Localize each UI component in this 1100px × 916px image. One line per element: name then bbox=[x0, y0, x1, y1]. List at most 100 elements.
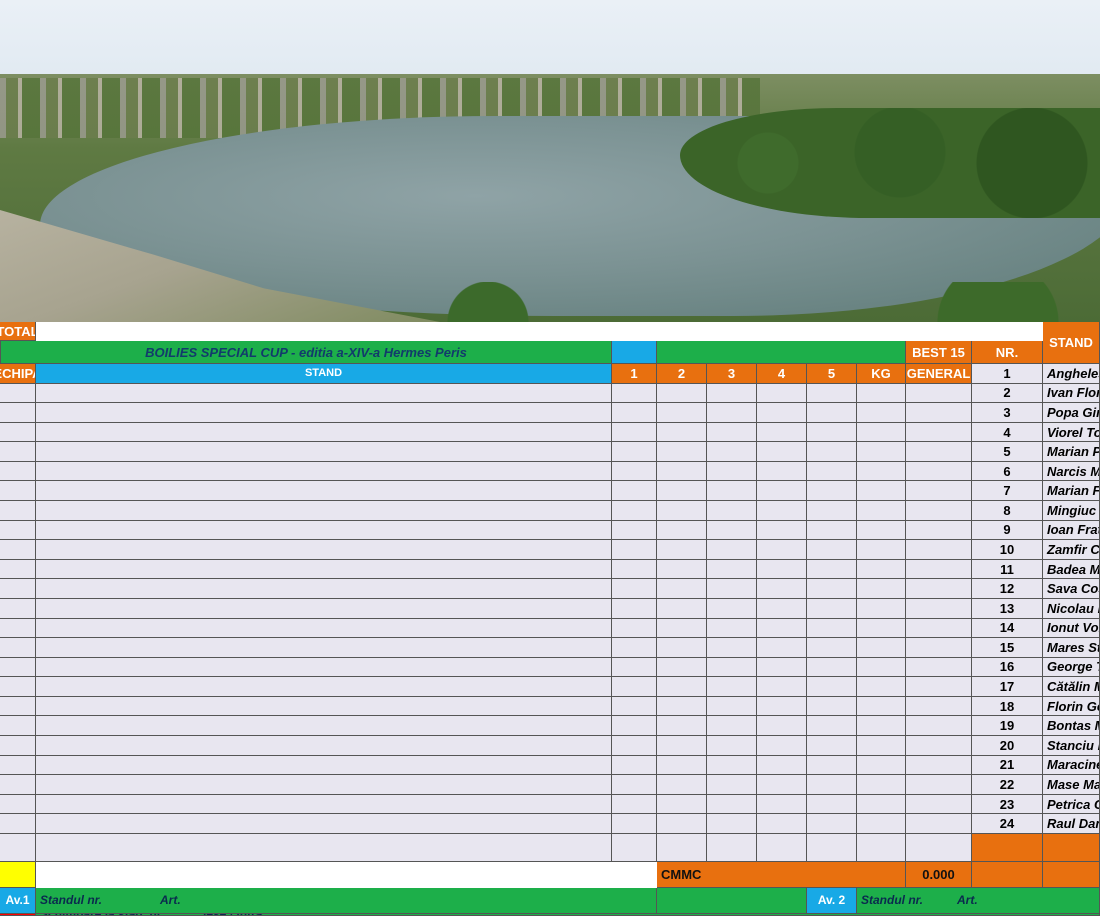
stand-cell[interactable] bbox=[0, 755, 36, 776]
total-kg-cell[interactable] bbox=[807, 559, 857, 580]
round-1-cell[interactable] bbox=[36, 794, 612, 815]
best-general-cell[interactable] bbox=[857, 775, 906, 795]
round-4-cell[interactable] bbox=[707, 755, 757, 776]
round-4-cell[interactable] bbox=[707, 403, 757, 423]
round-4-cell[interactable] bbox=[707, 501, 757, 521]
round-3-cell[interactable] bbox=[657, 403, 707, 423]
round-2-cell[interactable] bbox=[612, 794, 657, 815]
team-name-cell[interactable]: Narcis Marius, Daniel Banu, Denis Panca … bbox=[1043, 461, 1100, 482]
round-5-cell[interactable] bbox=[757, 481, 807, 502]
round-4-cell[interactable] bbox=[707, 598, 757, 619]
round-3-cell[interactable] bbox=[657, 481, 707, 502]
team-name-cell[interactable]: Viorel Toader + parteneri> bbox=[1043, 422, 1100, 443]
total-kg-cell[interactable] bbox=[807, 598, 857, 619]
round-5-cell[interactable] bbox=[757, 461, 807, 482]
team-name-cell[interactable]: Badea Marian, Badea Mihai> bbox=[1043, 559, 1100, 580]
round-5-cell[interactable] bbox=[757, 814, 807, 834]
round-1-cell[interactable] bbox=[36, 540, 612, 560]
round-1-cell[interactable] bbox=[36, 696, 612, 717]
round-2-cell[interactable] bbox=[612, 833, 657, 862]
round-3-cell[interactable] bbox=[657, 735, 707, 756]
round-5-cell[interactable] bbox=[757, 696, 807, 717]
round-2-cell[interactable] bbox=[612, 638, 657, 658]
team-name-cell[interactable]: Ivan Florin Bradut, Graure Daniel, Encul… bbox=[1043, 383, 1100, 404]
round-3-cell[interactable] bbox=[657, 383, 707, 404]
best-general-cell[interactable] bbox=[857, 403, 906, 423]
total-kg-cell[interactable] bbox=[807, 540, 857, 560]
stand-final-cell[interactable] bbox=[906, 677, 972, 697]
total-kg-cell[interactable] bbox=[807, 716, 857, 736]
round-4-cell[interactable] bbox=[707, 540, 757, 560]
stand-cell[interactable] bbox=[0, 814, 36, 834]
round-4-cell[interactable] bbox=[707, 618, 757, 639]
best-general-cell[interactable] bbox=[857, 618, 906, 639]
team-name-cell[interactable]: Bontas Mitica + parteneri> bbox=[1043, 716, 1100, 736]
stand-final-cell[interactable] bbox=[906, 638, 972, 658]
stand-cell[interactable] bbox=[0, 442, 36, 462]
team-name-cell[interactable]: Raul Danidescu, Bran Claudiu, Robert Ion… bbox=[1043, 814, 1100, 834]
team-name-cell[interactable]: Ioan Fratila + parteneri -Fefe Carp Team… bbox=[1043, 520, 1100, 541]
stand-final-cell[interactable] bbox=[906, 501, 972, 521]
total-kg-cell[interactable] bbox=[807, 775, 857, 795]
total-kg-cell[interactable] bbox=[807, 461, 857, 482]
total-kg-cell[interactable] bbox=[807, 501, 857, 521]
best-general-cell[interactable] bbox=[857, 442, 906, 462]
round-2-cell[interactable] bbox=[612, 735, 657, 756]
round-2-cell[interactable] bbox=[612, 598, 657, 619]
round-1-cell[interactable] bbox=[36, 383, 612, 404]
round-5-cell[interactable] bbox=[757, 755, 807, 776]
round-3-cell[interactable] bbox=[657, 559, 707, 580]
best-general-cell[interactable] bbox=[857, 657, 906, 678]
best-general-cell[interactable] bbox=[857, 638, 906, 658]
round-1-cell[interactable] bbox=[36, 618, 612, 639]
round-1-cell[interactable] bbox=[36, 442, 612, 462]
stand-final-cell[interactable] bbox=[906, 755, 972, 776]
best-general-cell[interactable] bbox=[857, 677, 906, 697]
round-1-cell[interactable] bbox=[36, 677, 612, 697]
stand-final-cell[interactable] bbox=[906, 540, 972, 560]
team-name-cell[interactable]: Marian Florea + parteneri -Expert Paints… bbox=[1043, 481, 1100, 502]
total-kg-cell[interactable] bbox=[807, 618, 857, 639]
stand-final-cell[interactable] bbox=[906, 422, 972, 443]
team-name-cell[interactable]: Petrica Cristian + parteneri> bbox=[1043, 794, 1100, 815]
stand-final-cell[interactable] bbox=[906, 442, 972, 462]
round-1-cell[interactable] bbox=[36, 598, 612, 619]
stand-final-cell[interactable] bbox=[906, 559, 972, 580]
round-4-cell[interactable] bbox=[707, 833, 757, 862]
stand-cell[interactable] bbox=[0, 579, 36, 599]
best-general-cell[interactable] bbox=[857, 520, 906, 541]
round-5-cell[interactable] bbox=[757, 657, 807, 678]
round-2-cell[interactable] bbox=[612, 442, 657, 462]
round-2-cell[interactable] bbox=[612, 618, 657, 639]
round-3-cell[interactable] bbox=[657, 618, 707, 639]
round-4-cell[interactable] bbox=[707, 559, 757, 580]
team-name-cell[interactable]: George Tite + parteneri -Secret of the C… bbox=[1043, 657, 1100, 678]
stand-cell[interactable] bbox=[0, 481, 36, 502]
round-3-cell[interactable] bbox=[657, 638, 707, 658]
round-4-cell[interactable] bbox=[707, 461, 757, 482]
stand-final-cell[interactable] bbox=[906, 814, 972, 834]
best-general-cell[interactable] bbox=[857, 481, 906, 502]
stand-final-cell[interactable] bbox=[906, 775, 972, 795]
best-general-cell[interactable] bbox=[857, 794, 906, 815]
round-2-cell[interactable] bbox=[612, 755, 657, 776]
stand-cell[interactable] bbox=[0, 833, 36, 862]
team-name-cell[interactable]: Anghelescu Vasile, Anghelescu Elena, Ang… bbox=[1043, 364, 1100, 384]
stand-cell[interactable] bbox=[0, 461, 36, 482]
round-5-cell[interactable] bbox=[757, 638, 807, 658]
round-4-cell[interactable] bbox=[707, 735, 757, 756]
stand-cell[interactable] bbox=[0, 735, 36, 756]
round-3-cell[interactable] bbox=[657, 461, 707, 482]
round-2-cell[interactable] bbox=[612, 422, 657, 443]
team-name-cell[interactable]: Mares Stefan, Petre Florian, Leustean Pe… bbox=[1043, 638, 1100, 658]
stand-cell[interactable] bbox=[0, 559, 36, 580]
round-3-cell[interactable] bbox=[657, 833, 707, 862]
stand-final-cell[interactable] bbox=[906, 598, 972, 619]
round-5-cell[interactable] bbox=[757, 403, 807, 423]
round-3-cell[interactable] bbox=[657, 677, 707, 697]
total-kg-cell[interactable] bbox=[807, 403, 857, 423]
round-2-cell[interactable] bbox=[612, 657, 657, 678]
round-2-cell[interactable] bbox=[612, 696, 657, 717]
total-kg-cell[interactable] bbox=[807, 755, 857, 776]
summary-stand-cell[interactable] bbox=[0, 861, 36, 888]
